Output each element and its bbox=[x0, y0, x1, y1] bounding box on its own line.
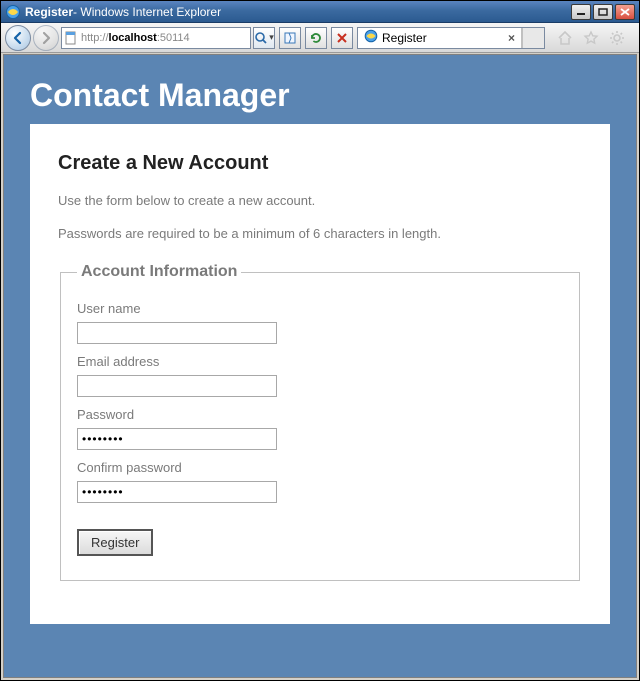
search-button[interactable]: ▾ bbox=[253, 27, 275, 49]
browser-viewport: Contact Manager Create a New Account Use… bbox=[3, 54, 637, 678]
window-titlebar[interactable]: Register - Windows Internet Explorer bbox=[1, 1, 639, 23]
stop-button[interactable] bbox=[331, 27, 353, 49]
url-port: :50114 bbox=[157, 32, 190, 44]
window-title-page: Register bbox=[25, 5, 73, 19]
ie-tab-icon bbox=[364, 29, 378, 46]
page-broken-icon bbox=[283, 31, 297, 45]
username-input[interactable] bbox=[77, 322, 277, 344]
confirm-password-input[interactable] bbox=[77, 481, 277, 503]
fieldset-legend: Account Information bbox=[77, 263, 241, 281]
new-tab-button[interactable] bbox=[522, 27, 544, 49]
tab-strip: Register × bbox=[357, 27, 545, 49]
toolbar-right bbox=[547, 30, 635, 46]
browser-window: Register - Windows Internet Explorer htt… bbox=[0, 0, 640, 681]
password-label: Password bbox=[77, 407, 563, 422]
favorites-icon[interactable] bbox=[583, 30, 599, 46]
stop-icon bbox=[335, 31, 349, 45]
page: Contact Manager Create a New Account Use… bbox=[4, 55, 636, 677]
content-card: Create a New Account Use the form below … bbox=[30, 124, 610, 624]
password-rule-text: Passwords are required to be a minimum o… bbox=[58, 226, 582, 241]
address-bar[interactable]: http:// localhost :50114 bbox=[61, 27, 251, 49]
forward-button[interactable] bbox=[33, 25, 59, 51]
browser-toolbar: http:// localhost :50114 ▾ Register × bbox=[1, 23, 639, 53]
url-host: localhost bbox=[109, 32, 157, 44]
register-button[interactable]: Register bbox=[77, 529, 153, 556]
page-icon bbox=[64, 31, 78, 45]
email-label: Email address bbox=[77, 354, 563, 369]
tools-icon[interactable] bbox=[609, 30, 625, 46]
page-heading: Create a New Account bbox=[58, 152, 582, 175]
ie-logo-icon bbox=[5, 4, 21, 20]
window-title-app: - Windows Internet Explorer bbox=[73, 5, 221, 19]
refresh-button[interactable] bbox=[305, 27, 327, 49]
window-minimize-button[interactable] bbox=[571, 4, 591, 20]
email-input[interactable] bbox=[77, 375, 277, 397]
refresh-icon bbox=[309, 31, 323, 45]
tab-close-button[interactable]: × bbox=[508, 31, 515, 45]
account-info-fieldset: Account Information User name Email addr… bbox=[60, 263, 580, 581]
compat-view-button[interactable] bbox=[279, 27, 301, 49]
window-maximize-button[interactable] bbox=[593, 4, 613, 20]
tab-label: Register bbox=[382, 31, 427, 45]
username-label: User name bbox=[77, 301, 563, 316]
window-close-button[interactable] bbox=[615, 4, 635, 20]
site-title: Contact Manager bbox=[30, 77, 610, 114]
home-icon[interactable] bbox=[557, 30, 573, 46]
search-icon bbox=[254, 31, 268, 45]
tab-register[interactable]: Register × bbox=[358, 28, 522, 48]
back-button[interactable] bbox=[5, 25, 31, 51]
url-prefix: http:// bbox=[81, 32, 109, 44]
intro-text: Use the form below to create a new accou… bbox=[58, 193, 582, 208]
password-input[interactable] bbox=[77, 428, 277, 450]
confirm-password-label: Confirm password bbox=[77, 460, 563, 475]
